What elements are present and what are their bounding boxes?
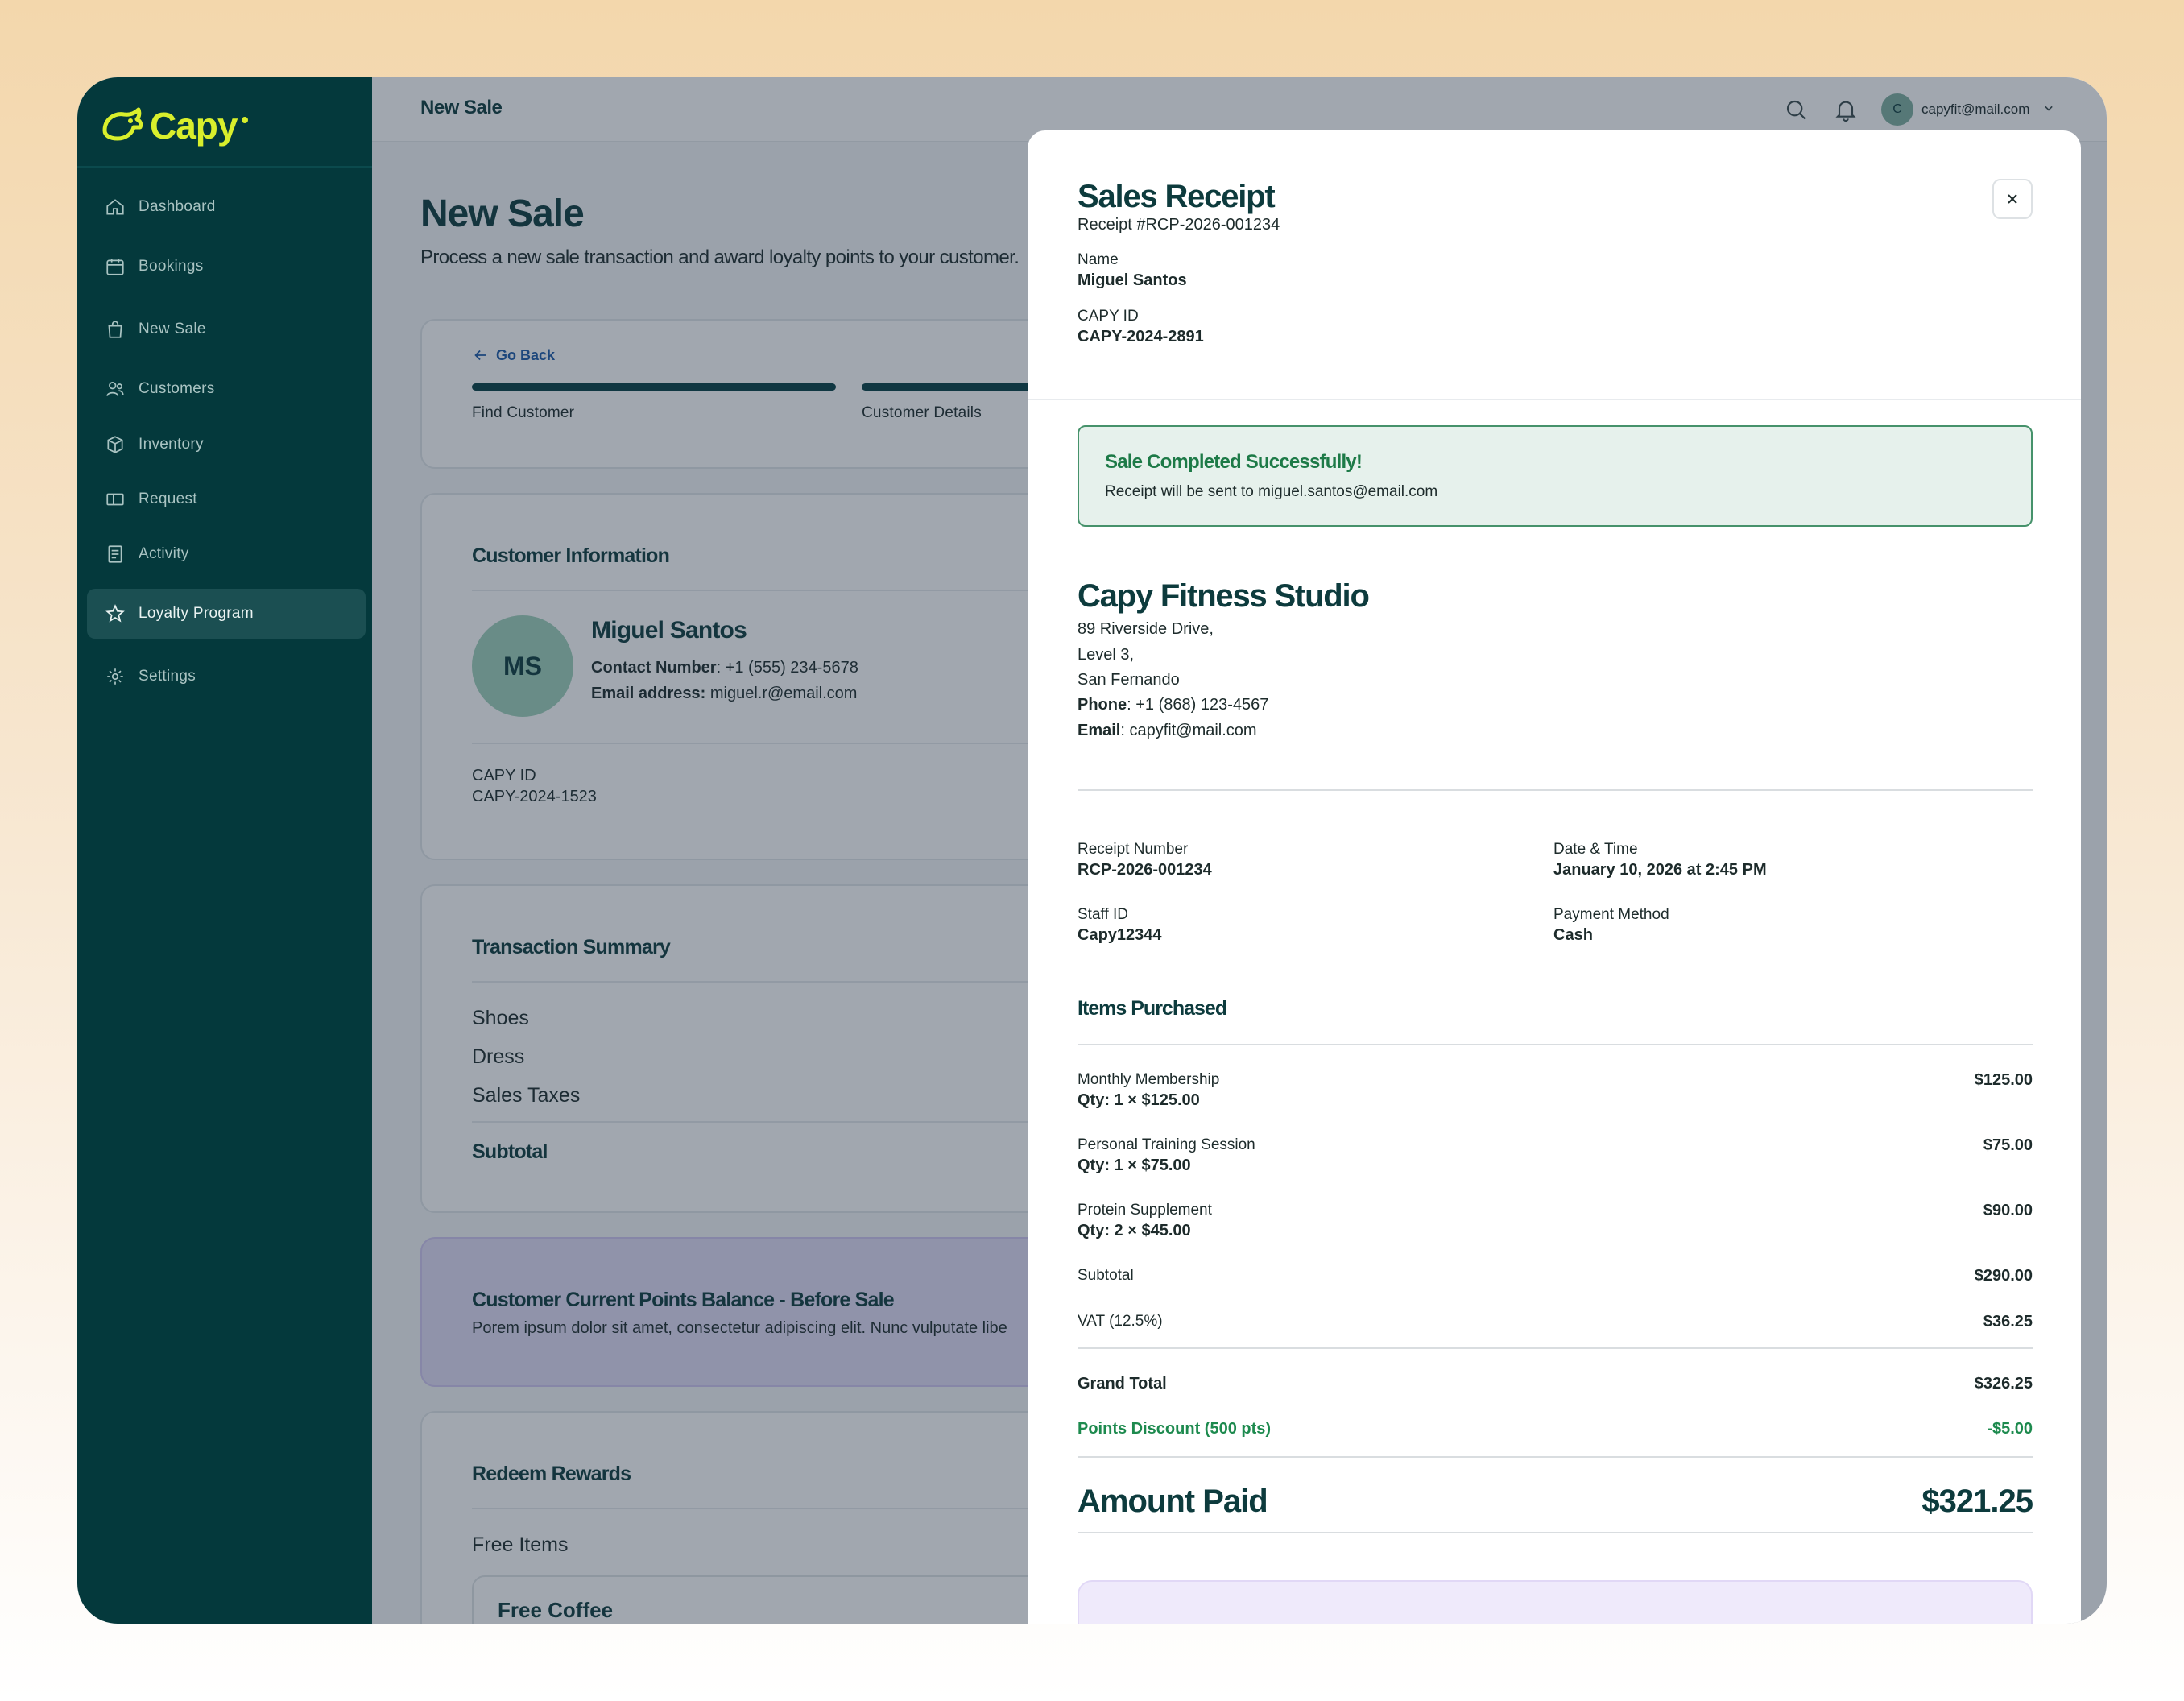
sidebar-item-new-sale[interactable]: New Sale xyxy=(87,304,366,354)
phone-label: Phone xyxy=(1078,696,1127,714)
ticket-icon xyxy=(105,489,126,510)
divider xyxy=(1078,1456,2033,1458)
business-name: Capy Fitness Studio xyxy=(1078,578,1370,614)
points-discount-value: -$5.00 xyxy=(1987,1420,2033,1438)
payment-method-label: Payment Method xyxy=(1553,906,1669,923)
divider xyxy=(1078,1532,2033,1533)
staff-id-value: Capy12344 xyxy=(1078,926,1162,944)
success-title: Sale Completed Successfully! xyxy=(1105,451,1363,473)
address-line: Level 3, xyxy=(1078,646,1135,664)
staff-id-label: Staff ID xyxy=(1078,906,1129,923)
sidebar-item-label: Loyalty Program xyxy=(139,605,254,622)
sidebar-item-label: Bookings xyxy=(139,258,204,275)
date-time-value: January 10, 2026 at 2:45 PM xyxy=(1553,861,1767,879)
brand-dot xyxy=(242,117,249,123)
amount-paid-label: Amount Paid xyxy=(1078,1484,1268,1519)
divider xyxy=(1078,789,2033,791)
email-value: : capyfit@mail.com xyxy=(1120,722,1257,739)
subtotal-label: Subtotal xyxy=(1078,1267,1134,1284)
sidebar-item-bookings[interactable]: Bookings xyxy=(87,242,366,292)
address-line: San Fernando xyxy=(1078,671,1180,689)
calendar-icon xyxy=(105,256,126,277)
sidebar-item-label: Customers xyxy=(139,380,215,397)
sidebar-divider xyxy=(77,166,372,168)
sidebar-item-settings[interactable]: Settings xyxy=(87,652,366,702)
amount-paid-value: $321.25 xyxy=(1921,1484,2033,1519)
receipt-number-label: Receipt Number xyxy=(1078,841,1189,858)
item-name: Personal Training Session xyxy=(1078,1136,1255,1153)
item-amount: $75.00 xyxy=(1983,1136,2033,1154)
capy-id-label: CAPY ID xyxy=(1078,308,1139,325)
close-button[interactable] xyxy=(1992,179,2033,219)
sidebar-item-label: Activity xyxy=(139,545,189,562)
receipt-number-value: RCP-2026-001234 xyxy=(1078,861,1212,879)
sidebar-item-label: Request xyxy=(139,490,197,507)
item-amount: $90.00 xyxy=(1983,1202,2033,1219)
sidebar-item-loyalty-program[interactable]: Loyalty Program xyxy=(87,589,366,639)
item-name: Monthly Membership xyxy=(1078,1071,1220,1088)
receipt-title: Sales Receipt xyxy=(1078,179,1276,214)
capy-id-value: CAPY-2024-2891 xyxy=(1078,328,1204,346)
gear-icon xyxy=(105,666,126,687)
phone-value: : +1 (868) 123-4567 xyxy=(1127,696,1269,714)
payment-method-value: Cash xyxy=(1553,926,1593,944)
sidebar-item-activity[interactable]: Activity xyxy=(87,529,366,579)
sidebar-item-customers[interactable]: Customers xyxy=(87,364,366,414)
sidebar-item-label: Inventory xyxy=(139,436,204,453)
sidebar-item-label: Dashboard xyxy=(139,198,216,215)
home-icon xyxy=(105,197,126,217)
sidebar-item-label: Settings xyxy=(139,668,196,685)
items-purchased-title: Items Purchased xyxy=(1078,997,1227,1020)
email-label: Email xyxy=(1078,722,1121,739)
sidebar: Capy Dashboard Bookings New Sale Custome… xyxy=(77,77,372,1624)
vat-label: VAT (12.5%) xyxy=(1078,1313,1163,1330)
item-qty: Qty: 2 × $45.00 xyxy=(1078,1222,1191,1240)
item-qty: Qty: 1 × $75.00 xyxy=(1078,1157,1191,1174)
capybara-logo-icon xyxy=(102,107,143,141)
date-time-label: Date & Time xyxy=(1553,841,1638,858)
divider xyxy=(1078,1044,2033,1045)
business-email: Email: capyfit@mail.com xyxy=(1078,722,1257,740)
star-icon xyxy=(105,603,126,624)
success-message: Receipt will be sent to miguel.santos@em… xyxy=(1105,483,1438,500)
sidebar-item-dashboard[interactable]: Dashboard xyxy=(87,182,366,232)
item-amount: $125.00 xyxy=(1974,1071,2033,1089)
users-icon xyxy=(105,379,126,399)
item-qty: Qty: 1 × $125.00 xyxy=(1078,1091,1200,1109)
points-earned-box xyxy=(1078,1580,2033,1624)
receipt-number-header: Receipt #RCP-2026-001234 xyxy=(1078,216,1280,234)
header-divider xyxy=(1028,399,2081,400)
item-name: Protein Supplement xyxy=(1078,1202,1212,1219)
points-discount-label: Points Discount (500 pts) xyxy=(1078,1420,1272,1438)
name-value: Miguel Santos xyxy=(1078,271,1187,289)
brand-name: Capy xyxy=(150,105,238,147)
grand-total-value: $326.25 xyxy=(1974,1375,2033,1393)
vat-value: $36.25 xyxy=(1983,1313,2033,1331)
divider xyxy=(1078,1347,2033,1349)
success-alert: Sale Completed Successfully! Receipt wil… xyxy=(1078,425,2033,527)
clipboard-icon xyxy=(105,544,126,565)
box-icon xyxy=(105,434,126,455)
brand-logo[interactable]: Capy xyxy=(101,100,249,151)
subtotal-value: $290.00 xyxy=(1974,1267,2033,1285)
business-phone: Phone: +1 (868) 123-4567 xyxy=(1078,696,1268,714)
sales-receipt-panel: Sales Receipt Receipt #RCP-2026-001234 N… xyxy=(1028,130,2081,1624)
sidebar-item-request[interactable]: Request xyxy=(87,474,366,524)
app-window: Capy Dashboard Bookings New Sale Custome… xyxy=(77,77,2107,1624)
name-label: Name xyxy=(1078,251,1119,268)
close-icon xyxy=(2008,194,2017,204)
grand-total-label: Grand Total xyxy=(1078,1375,1167,1393)
shopping-bag-icon xyxy=(105,319,126,340)
sidebar-item-inventory[interactable]: Inventory xyxy=(87,420,366,470)
sidebar-item-label: New Sale xyxy=(139,321,206,337)
address-line: 89 Riverside Drive, xyxy=(1078,620,1214,638)
